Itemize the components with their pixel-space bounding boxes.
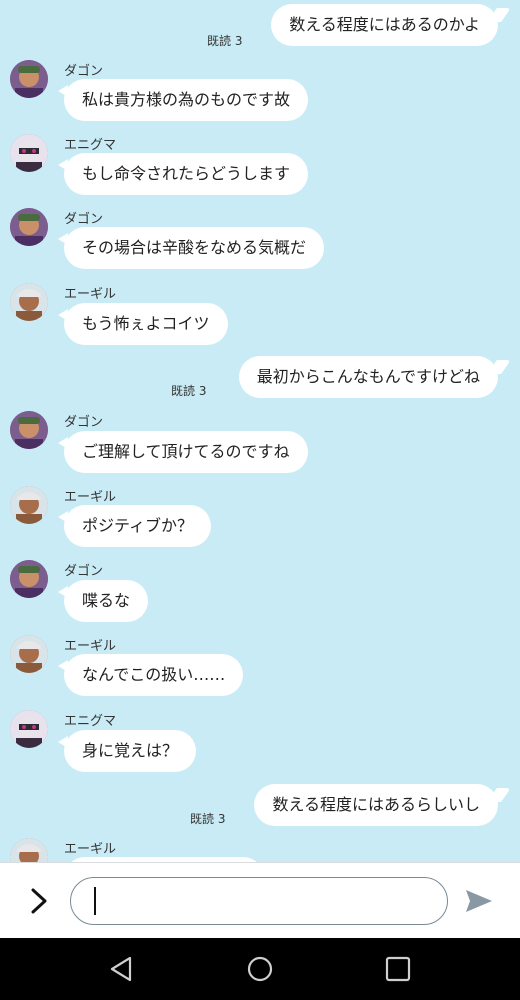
- sender-name: エーギル: [64, 287, 117, 302]
- sender-name: ダゴン: [64, 64, 104, 79]
- read-receipt: 既読 3: [171, 384, 207, 398]
- message-bubble-in[interactable]: もう怖ぇよコイツ: [58, 303, 228, 345]
- recents-square-icon[interactable]: [384, 955, 412, 983]
- sender-name: ダゴン: [64, 212, 104, 227]
- message-bubble-in[interactable]: なんでこの扱い……: [57, 654, 244, 696]
- sender-name: エニグマ: [64, 714, 117, 729]
- message-bubble-in[interactable]: ご理解して頂けてるのですね: [58, 431, 308, 473]
- send-icon[interactable]: [464, 887, 494, 915]
- avatar-dagon[interactable]: [10, 560, 48, 598]
- message-bubble-in[interactable]: ポジティブか？: [57, 505, 212, 547]
- avatar-dagon[interactable]: [10, 411, 48, 449]
- message-bubble-in[interactable]: もし命令されたらどうします: [57, 153, 309, 195]
- message-input[interactable]: [70, 877, 448, 925]
- home-circle-icon[interactable]: [246, 955, 274, 983]
- sender-name: エーギル: [64, 490, 117, 505]
- message-bubble-in[interactable]: 喋るな: [57, 580, 149, 622]
- back-triangle-icon[interactable]: [108, 955, 136, 983]
- system-navigation-bar: [0, 938, 520, 1000]
- avatar-dagon[interactable]: [10, 208, 48, 246]
- avatar-enigma[interactable]: [10, 134, 48, 172]
- message-bubble-out[interactable]: 数える程度にはあるらしいし: [254, 784, 498, 826]
- avatar-aegir[interactable]: [10, 283, 48, 321]
- sender-name: エニグマ: [64, 138, 117, 153]
- sender-name: エーギル: [64, 842, 117, 857]
- avatar-enigma[interactable]: [10, 710, 48, 748]
- message-bubble-out[interactable]: 数える程度にはあるのかよ: [271, 4, 498, 46]
- avatar-aegir[interactable]: [10, 486, 48, 524]
- read-receipt: 既読 3: [207, 34, 243, 48]
- chevron-right-icon[interactable]: [26, 885, 52, 917]
- message-bubble-in[interactable]: 私は貴方様の為のものです故: [57, 79, 309, 121]
- text-cursor: [94, 887, 96, 915]
- sender-name: ダゴン: [64, 564, 104, 579]
- chat-area[interactable]: 既読 3 数える程度にはあるのかよ ダゴン 私は貴方様の為のものです故 エニグマ…: [0, 0, 520, 862]
- message-bubble-in[interactable]: その場合は辛酸をなめる気概だ: [57, 227, 325, 269]
- avatar-aegir[interactable]: [10, 838, 48, 862]
- avatar-aegir[interactable]: [10, 635, 48, 673]
- sender-name: エーギル: [64, 639, 117, 654]
- message-bubble-in[interactable]: 身に覚えは？: [57, 730, 197, 772]
- avatar-dagon[interactable]: [10, 60, 48, 98]
- read-receipt: 既読 3: [190, 812, 226, 826]
- sender-name: ダゴン: [64, 415, 104, 430]
- message-bubble-out[interactable]: 最初からこんなもんですけどね: [238, 356, 498, 398]
- message-input-bar: [0, 862, 520, 939]
